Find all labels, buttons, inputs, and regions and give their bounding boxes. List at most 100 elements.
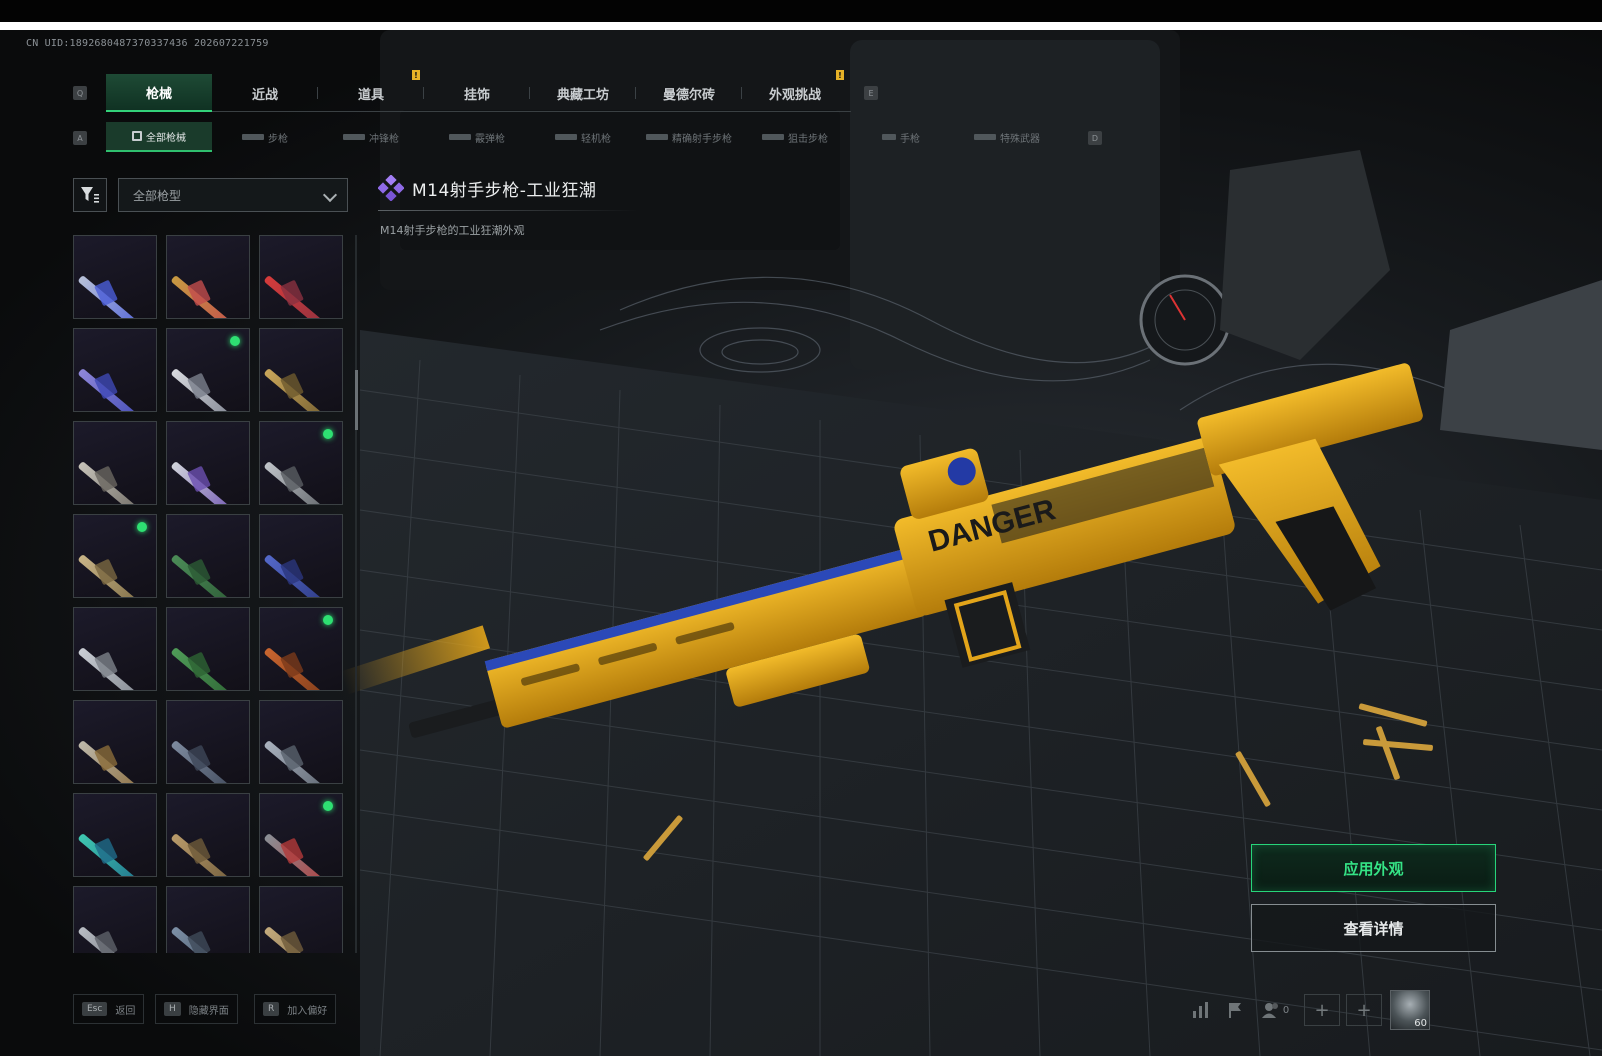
prev-tab-key-hint: Q bbox=[73, 86, 87, 100]
tab-appearance-challenge[interactable]: 外观挑战 bbox=[742, 74, 848, 112]
subtab-label: 手枪 bbox=[900, 133, 920, 145]
tab-items[interactable]: 道具 bbox=[318, 74, 424, 112]
tab-label: 曼德尔砖 bbox=[662, 87, 715, 103]
marksman-rifle-icon bbox=[646, 134, 668, 140]
special-weapon-icon bbox=[974, 134, 996, 140]
weapon-skin-tile[interactable] bbox=[259, 793, 343, 877]
weapon-skin-tile[interactable] bbox=[166, 328, 250, 412]
subtab-shotguns[interactable]: 霰弹枪 bbox=[424, 122, 530, 152]
top-letterbox bbox=[0, 0, 1602, 22]
party-count: 0 bbox=[1282, 1004, 1290, 1016]
weapon-skin-tile[interactable] bbox=[259, 421, 343, 505]
add-favorite-hint[interactable]: R 加入偏好 bbox=[254, 994, 337, 1024]
grid-scrollbar-track bbox=[355, 235, 357, 953]
weapon-skin-tile[interactable] bbox=[166, 421, 250, 505]
weapon-skin-grid bbox=[73, 235, 345, 953]
title-underline bbox=[378, 210, 638, 211]
primary-tab-bar: 枪械 近战 道具 挂饰 典藏工坊 曼德尔砖 外观挑战 bbox=[106, 74, 851, 112]
weapon-skin-tile[interactable] bbox=[73, 421, 157, 505]
tab-label: 近战 bbox=[251, 87, 278, 103]
lmg-icon bbox=[555, 134, 577, 140]
sniper-rifle-icon bbox=[762, 134, 784, 140]
subtab-special-weapons[interactable]: 特殊武器 bbox=[954, 122, 1060, 152]
weapon-skin-tile[interactable] bbox=[259, 700, 343, 784]
subtab-label: 狙击步枪 bbox=[788, 133, 828, 145]
key-cap: R bbox=[263, 1002, 280, 1016]
weapon-skin-tile[interactable] bbox=[166, 886, 250, 953]
bottom-right-toolbar: 0 + + 60 bbox=[1184, 990, 1430, 1030]
weapon-skin-tile[interactable] bbox=[259, 607, 343, 691]
subtab-label: 冲锋枪 bbox=[369, 133, 399, 145]
grid-icon bbox=[132, 131, 142, 141]
weapon-skin-tile[interactable] bbox=[259, 235, 343, 319]
new-alert-badge: ! bbox=[412, 70, 420, 80]
tab-charms[interactable]: 挂饰 bbox=[424, 74, 530, 112]
weapon-skin-tile[interactable] bbox=[166, 514, 250, 598]
key-cap: H bbox=[164, 1002, 181, 1016]
tab-collection-workshop[interactable]: 典藏工坊 bbox=[530, 74, 636, 112]
shotgun-icon bbox=[449, 134, 471, 140]
tab-label: 道具 bbox=[357, 87, 384, 103]
invite-slot-button[interactable]: + bbox=[1346, 994, 1382, 1026]
weapon-type-dropdown[interactable]: 全部枪型 bbox=[118, 178, 348, 212]
weapon-skin-tile[interactable] bbox=[166, 700, 250, 784]
hide-ui-hint[interactable]: H 隐藏界面 bbox=[155, 994, 238, 1024]
hint-label: 隐藏界面 bbox=[188, 1005, 229, 1017]
tab-mandel-bricks[interactable]: 曼德尔砖 bbox=[636, 74, 742, 112]
tab-firearms[interactable]: 枪械 bbox=[106, 74, 212, 112]
apply-appearance-button[interactable]: 应用外观 bbox=[1251, 844, 1496, 892]
weapon-skin-title: M14射手步枪-工业狂潮 bbox=[412, 181, 597, 201]
weapon-skin-tile[interactable] bbox=[259, 514, 343, 598]
subtab-smgs[interactable]: 冲锋枪 bbox=[318, 122, 424, 152]
flag-icon[interactable] bbox=[1218, 994, 1252, 1026]
invite-slot-button[interactable]: + bbox=[1304, 994, 1340, 1026]
subtab-label: 精确射手步枪 bbox=[672, 133, 732, 145]
weapon-skin-tile[interactable] bbox=[73, 793, 157, 877]
weapon-skin-tile[interactable] bbox=[166, 607, 250, 691]
tab-label: 外观挑战 bbox=[768, 87, 821, 103]
weapon-skin-tile[interactable] bbox=[73, 886, 157, 953]
owned-indicator-dot bbox=[323, 801, 333, 811]
rarity-diamond-icon bbox=[378, 175, 404, 201]
tab-melee[interactable]: 近战 bbox=[212, 74, 318, 112]
stats-icon[interactable] bbox=[1184, 994, 1218, 1026]
top-divider bbox=[0, 22, 1602, 30]
subtab-marksman-rifles[interactable]: 精确射手步枪 bbox=[636, 122, 742, 152]
filter-button[interactable] bbox=[73, 178, 107, 212]
owned-indicator-dot bbox=[137, 522, 147, 532]
subtab-lmgs[interactable]: 轻机枪 bbox=[530, 122, 636, 152]
smg-icon bbox=[343, 134, 365, 140]
subtab-rifles[interactable]: 步枪 bbox=[212, 122, 318, 152]
subtab-sniper-rifles[interactable]: 狙击步枪 bbox=[742, 122, 848, 152]
weapon-skin-tile[interactable] bbox=[73, 607, 157, 691]
subtab-label: 霰弹枪 bbox=[475, 133, 505, 145]
weapon-skin-tile[interactable] bbox=[166, 235, 250, 319]
back-hint[interactable]: Esc 返回 bbox=[73, 994, 145, 1024]
weapon-skin-tile[interactable] bbox=[73, 328, 157, 412]
weapon-skin-tile[interactable] bbox=[73, 235, 157, 319]
weapon-skin-tile[interactable] bbox=[166, 793, 250, 877]
party-icon bbox=[1261, 1003, 1278, 1018]
next-tab-key-hint: E bbox=[864, 86, 878, 100]
weapon-skin-tile[interactable] bbox=[73, 514, 157, 598]
grid-scrollbar-thumb[interactable] bbox=[355, 370, 358, 430]
weapon-category-tab-bar: 全部枪械 步枪 冲锋枪 霰弹枪 轻机枪 精确射手步枪 狙击步枪 手枪 特殊武器 bbox=[106, 122, 1098, 152]
filter-icon bbox=[81, 187, 99, 203]
player-uid: CN UID:1892680487370337436 202607221759 bbox=[26, 38, 269, 49]
subtab-all-firearms[interactable]: 全部枪械 bbox=[106, 122, 212, 152]
weapon-skin-tile[interactable] bbox=[73, 700, 157, 784]
owned-indicator-dot bbox=[323, 615, 333, 625]
owned-indicator-dot bbox=[230, 336, 240, 346]
new-alert-badge: ! bbox=[836, 70, 844, 80]
subtab-label: 全部枪械 bbox=[146, 132, 186, 144]
subtab-pistols[interactable]: 手枪 bbox=[848, 122, 954, 152]
weapon-skin-tile[interactable] bbox=[259, 886, 343, 953]
weapon-skin-tile[interactable] bbox=[259, 328, 343, 412]
view-details-button[interactable]: 查看详情 bbox=[1251, 904, 1496, 952]
chevron-down-icon bbox=[322, 187, 338, 203]
player-avatar[interactable]: 60 bbox=[1390, 990, 1430, 1030]
subtab-label: 步枪 bbox=[268, 133, 288, 145]
subtab-label: 特殊武器 bbox=[1000, 133, 1040, 145]
next-subtab-key-hint: D bbox=[1088, 131, 1102, 145]
party-members[interactable]: 0 bbox=[1252, 994, 1298, 1026]
